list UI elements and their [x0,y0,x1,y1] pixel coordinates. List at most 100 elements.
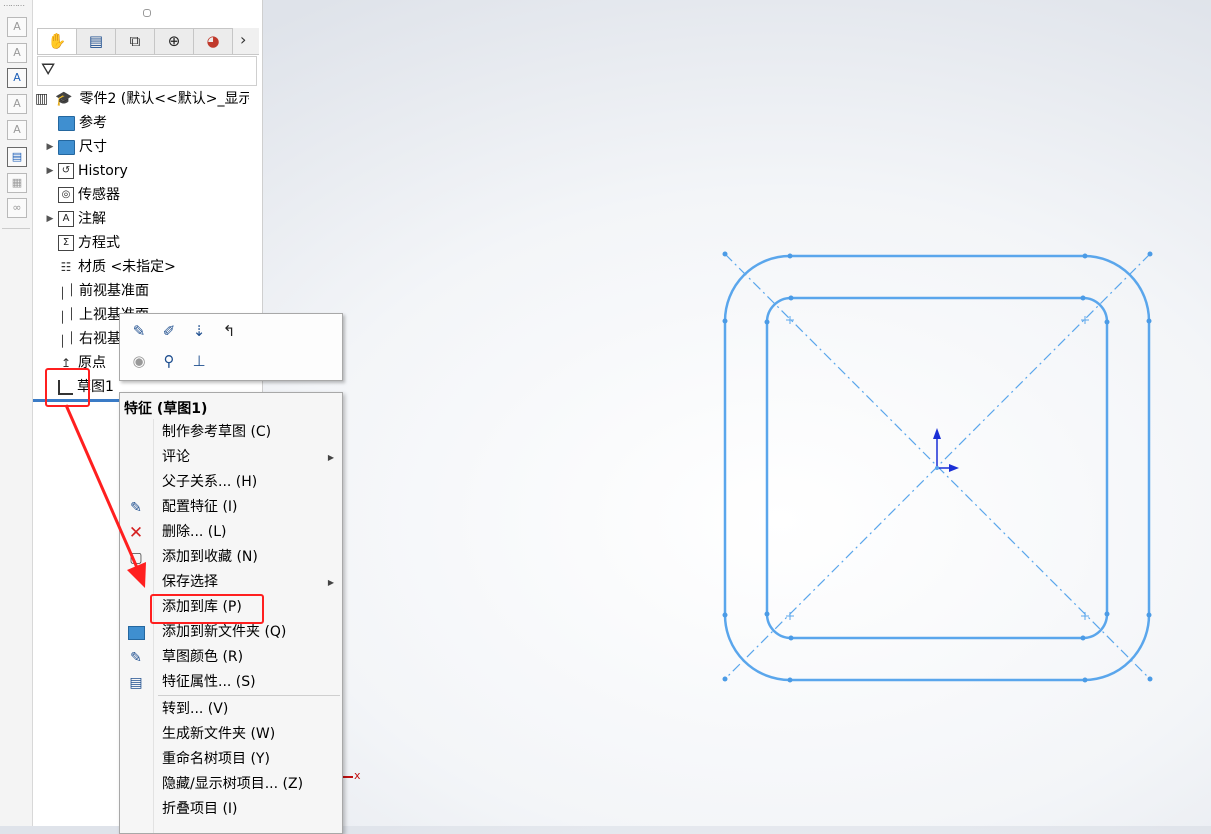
folder-icon [58,139,75,155]
menu-item-feature-properties[interactable]: ▤ 特征属性... (S) [120,670,342,695]
menu-item-collapse[interactable]: 折叠项目 (I) [120,797,342,822]
text-icon[interactable]: A [7,17,27,37]
expand-arrow-icon[interactable]: ▶ [43,208,57,230]
plane-icon [62,330,72,348]
text-link-icon[interactable]: A [7,94,27,114]
tree-item-reference[interactable]: 参考 [43,112,107,134]
tree-item-dimensions[interactable]: ▶ 尺寸 [43,136,107,158]
toolbar-divider [2,228,30,229]
tree-item-history[interactable]: ▶ ↺ History [43,160,128,182]
tree-item-label: 尺寸 [79,139,107,155]
print-icon[interactable]: ▤ [7,147,27,167]
panel-grip[interactable] [143,9,151,17]
menu-item-configure-feature[interactable]: ✎ 配置特征 (I) [120,495,342,520]
tree-item-annotations[interactable]: ▶ A 注解 [43,208,106,230]
menu-item-label: 折叠项目 (I) [162,801,238,817]
menu-item-make-reference-sketch[interactable]: 制作参考草图 (C) [120,420,342,445]
menu-item-label: 添加到收藏 (N) [162,549,258,565]
menu-item-label: 删除... (L) [162,524,227,540]
toolbar-grip[interactable]: ⋯⋯⋯ [3,1,25,10]
tree-item-material[interactable]: ☷ 材质 <未指定> [43,256,176,278]
origin-x-label: x [354,769,361,782]
tree-item-equations[interactable]: Σ 方程式 [43,232,120,254]
menu-item-label: 草图颜色 (R) [162,649,244,665]
menu-item-sketch-color[interactable]: ✎ 草图颜色 (R) [120,645,342,670]
tree-filter-input[interactable]: ⛛ [37,56,257,86]
menu-item-parent-child[interactable]: 父子关系... (H) [120,470,342,495]
menu-item-label: 制作参考草图 (C) [162,424,272,440]
tree-item-front-plane[interactable]: 前视基准面 [43,280,149,302]
menu-item-label: 隐藏/显示树项目... (Z) [162,776,304,792]
equation-icon: Σ [58,235,74,251]
filter-icon: ⛛ [41,60,56,80]
tab-dimxpert-manager[interactable]: ⊕ [154,28,194,54]
configuration-manager-icon: ⧉ [129,32,141,50]
menu-item-add-to-favorites[interactable]: ▢ 添加到收藏 (N) [120,545,342,570]
tabs-more-chevron-icon[interactable]: › [240,30,246,49]
tab-display-manager[interactable]: ◕ [193,28,233,54]
submenu-arrow-icon: ▶ [327,578,334,587]
undo-arrow-icon[interactable]: ↰ [218,320,240,342]
text-edit-icon[interactable]: A [7,43,27,63]
menu-item-go-to[interactable]: 转到... (V) [120,697,342,722]
history-icon: ↺ [58,163,74,179]
expand-arrow-icon[interactable]: ▶ [43,160,57,182]
annotation-box-add-to-library [150,594,264,624]
property-manager-icon: ▤ [88,32,104,50]
plane-icon [62,306,72,324]
rollback-icon[interactable]: ⇣ [188,320,210,342]
menu-item-label: 生成新文件夹 (W) [162,726,276,742]
tree-item-label: 传感器 [78,187,120,203]
configure-icon: ✎ [130,500,142,516]
left-toolbar: ⋯⋯⋯ A A A A A ▤ ▦ ∞ [0,0,33,826]
sketch-geometry [722,251,1153,683]
color-icon: ✎ [130,650,142,666]
context-toolbar: ✎ ✐ ⇣ ↰ ◉ ⚲ ⊥ [119,313,343,381]
annotation-box-sketch [45,368,90,407]
menu-item-hide-show-tree[interactable]: 隐藏/显示树项目... (Z) [120,772,342,797]
tree-item-label: 方程式 [78,235,120,251]
annotation-icon: A [58,211,74,227]
menu-item-save-selection[interactable]: 保存选择 ▶ [120,570,342,595]
part-name: 零件2 (默认<<默认>_显示 [79,91,250,107]
text-add-icon[interactable]: A [7,68,27,88]
favorite-icon: ▢ [129,550,143,566]
sketch-canvas[interactable] [700,235,1170,695]
hide-icon[interactable]: ◉ [128,350,150,372]
menu-item-label: 父子关系... (H) [162,474,258,490]
delete-icon: ✕ [128,523,144,543]
tree-root-part[interactable]: ▥ 🎓 零件2 (默认<<默认>_显示 [35,88,249,110]
folder-icon [58,115,75,131]
part-icon: 🎓 [55,91,73,107]
menu-item-rename[interactable]: 重命名树项目 (Y) [120,747,342,772]
tree-item-label: 注解 [78,211,106,227]
text-style-icon[interactable]: A [7,120,27,140]
folder-icon [127,624,145,642]
menu-item-delete[interactable]: ✕ 删除... (L) [120,520,342,545]
menu-item-label: 配置特征 (I) [162,499,238,515]
menu-item-comment[interactable]: 评论 ▶ [120,445,342,470]
properties-icon: ▤ [129,675,143,691]
menu-item-label: 保存选择 [162,574,218,590]
expand-arrow-icon[interactable]: ▶ [43,136,57,158]
submenu-arrow-icon: ▶ [327,453,334,462]
tree-item-label: History [78,163,128,179]
edit-sketch-icon[interactable]: ✎ [128,320,150,342]
tree-item-label: 参考 [79,115,107,131]
menu-item-create-folder[interactable]: 生成新文件夹 (W) [120,722,342,747]
tree-item-sensors[interactable]: ◎ 传感器 [43,184,120,206]
pattern-icon[interactable]: ▦ [7,173,27,193]
link-icon[interactable]: ∞ [7,198,27,218]
tab-configuration-manager[interactable]: ⧉ [115,28,155,54]
sensor-icon: ◎ [58,187,74,203]
display-manager-icon: ◕ [206,32,220,50]
tab-property-manager[interactable]: ▤ [76,28,116,54]
normal-to-icon[interactable]: ⊥ [188,350,210,372]
edit-feature-icon[interactable]: ✐ [158,320,180,342]
material-icon: ☷ [60,260,72,274]
menu-item-label: 评论 [162,449,190,465]
tab-feature-manager[interactable]: ✋ [37,28,77,54]
tree-item-label: 材质 <未指定> [78,259,176,275]
zoom-to-selection-icon[interactable]: ⚲ [158,350,180,372]
menu-header: 特征 (草图1) [124,401,208,417]
